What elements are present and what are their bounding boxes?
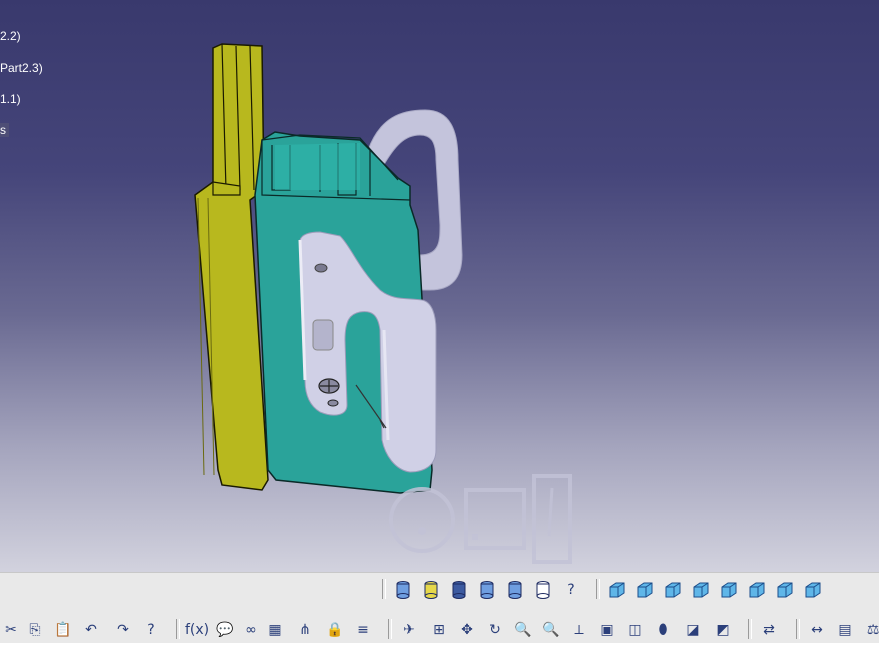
toolbar-row-standard: ✂ ⎘ 📋 ↶ ↷? f(x) 💬 ∞ ▦ ⋔ 🔒 ≡ ✈ ⊞ ✥ ↻ 🔍 🔍 ⟂ ▣ ◫ ⬮ ◪ ◩ ⇄ ↔ ▤ ⚖ [0,619,879,647]
lock-icon[interactable]: 🔒 [324,619,346,641]
comment-icon[interactable]: 💬 [214,619,236,641]
toolbar-separator [176,619,180,639]
update-icon[interactable]: ⇄ [758,619,780,641]
compass-widget[interactable] [386,474,576,566]
catalog-icon[interactable]: ≡ [352,619,374,641]
view-left-icon[interactable] [690,579,712,601]
redo-icon[interactable]: ↷ [112,619,134,641]
view-bottom-icon[interactable] [774,579,796,601]
mass-icon[interactable]: ⚖ [862,619,879,641]
measure-icon[interactable]: ↔ [806,619,828,641]
copy-icon[interactable]: ⎘ [24,619,46,641]
undo-icon[interactable]: ↶ [80,619,102,641]
cylinder-yellow-icon[interactable] [420,579,442,601]
toolbar-separator [596,579,600,599]
hide-show-icon[interactable]: ◪ [682,619,704,641]
view-right-icon[interactable] [718,579,740,601]
view-iso-icon[interactable] [606,579,628,601]
cylinder-blue-icon[interactable] [392,579,414,601]
zoom-in-icon[interactable]: 🔍 [512,619,534,641]
view-back-icon[interactable] [662,579,684,601]
cylinder-stripe-icon[interactable] [476,579,498,601]
toolbar-separator [748,619,752,639]
multi-view-icon[interactable]: ▣ [596,619,618,641]
normal-view-icon[interactable]: ⟂ [568,619,590,641]
toolbar-separator [388,619,392,639]
zoom-out-icon[interactable]: 🔍 [540,619,562,641]
formula-icon[interactable]: f(x) [185,619,209,641]
table-icon[interactable]: ▦ [264,619,286,641]
3d-viewport[interactable]: 2.2) Part2.3) 1.1) s [0,0,879,572]
cut-icon[interactable]: ✂ [0,619,22,641]
view-front-icon[interactable] [634,579,656,601]
cylinder-pattern-icon[interactable] [504,579,526,601]
paste-icon[interactable]: 📋 [52,619,74,641]
rotate-icon[interactable]: ↻ [484,619,506,641]
cylinder-dark-icon[interactable] [448,579,470,601]
fly-mode-icon[interactable]: ✈ [398,619,420,641]
fit-all-icon[interactable]: ⊞ [428,619,450,641]
named-views-icon[interactable] [802,579,824,601]
tree-icon[interactable]: ⋔ [294,619,316,641]
cylinder-wire-icon[interactable] [532,579,554,601]
toolbar-separator [382,579,386,599]
iso-view-icon[interactable]: ◫ [624,619,646,641]
help-shape-icon[interactable]: ? [560,579,582,601]
link-icon[interactable]: ∞ [240,619,262,641]
toolbar-area: ? ✂ ⎘ 📋 ↶ ↷? f(x) 💬 ∞ ▦ ⋔ 🔒 ≡ ✈ ⊞ ✥ ↻ 🔍 🔍 ⟂ ▣ ◫ ⬮ ◪ ◩ ⇄ ↔ ▤ ⚖ [0,572,879,643]
apply-material-icon[interactable]: ▤ [834,619,856,641]
pan-icon[interactable]: ✥ [456,619,478,641]
view-top-icon[interactable] [746,579,768,601]
toolbar-row-view: ? [0,579,879,607]
toolbar-separator [796,619,800,639]
shading-icon[interactable]: ⬮ [652,619,674,641]
whats-this-icon[interactable]: ? [140,619,162,641]
swap-space-icon[interactable]: ◩ [712,619,734,641]
